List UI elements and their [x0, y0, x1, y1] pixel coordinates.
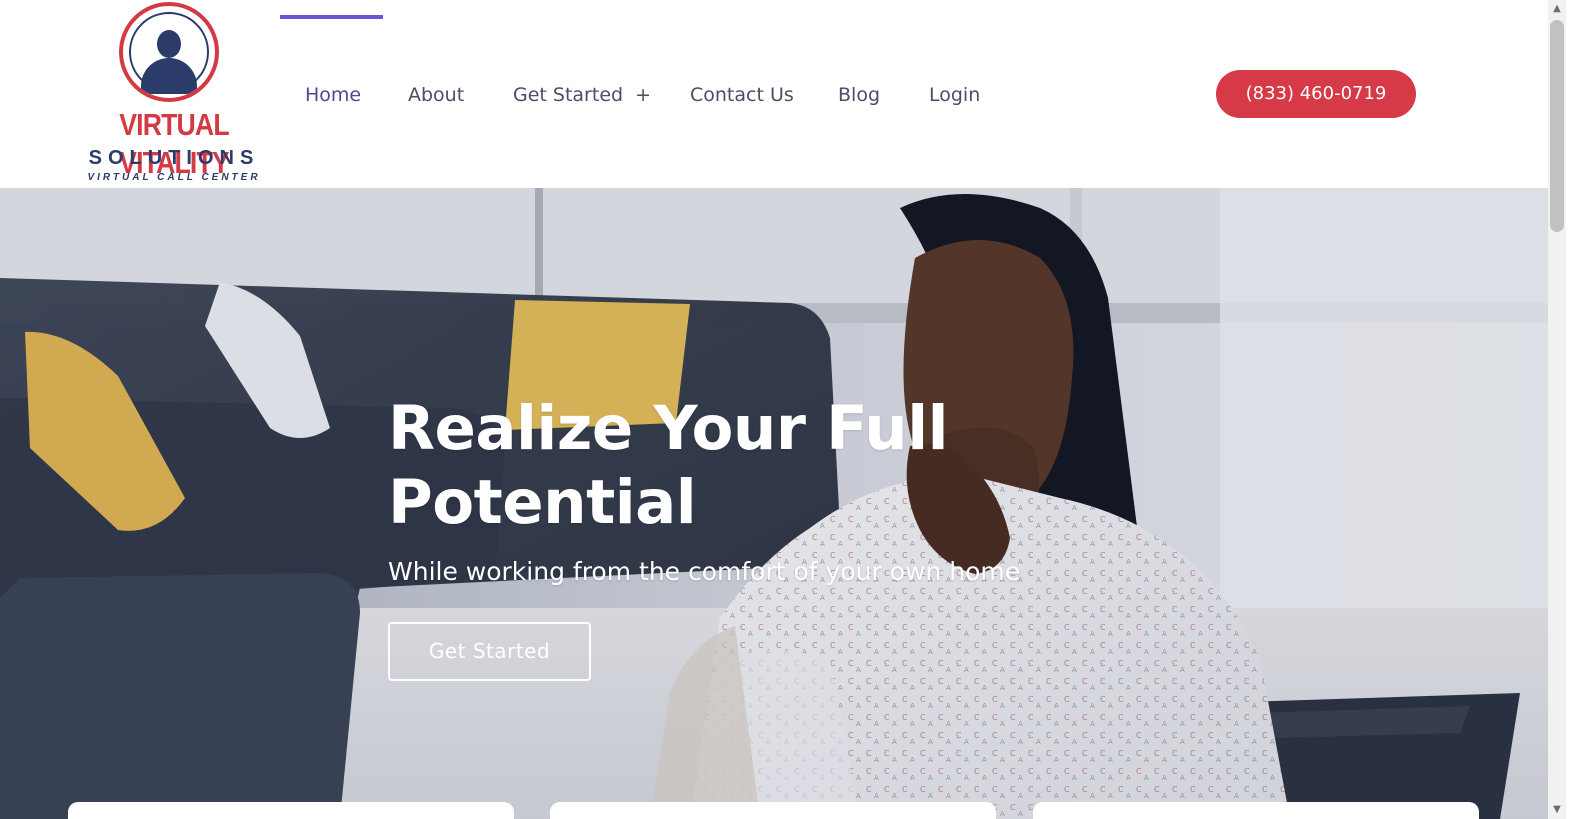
vertical-scrollbar[interactable]: ▲ ▼: [1548, 0, 1566, 819]
nav-login-link[interactable]: Login: [929, 80, 980, 110]
nav-about-link[interactable]: About: [408, 80, 464, 110]
nav-get-started-label: Get Started: [513, 84, 624, 106]
nav-blog-link[interactable]: Blog: [838, 80, 880, 110]
logo-wordmark-secondary: SOLUTIONS: [88, 147, 260, 169]
scrollbar-thumb[interactable]: [1550, 20, 1564, 232]
logo-tagline: VIRTUAL CALL CENTER: [87, 172, 261, 183]
nav-get-started-link[interactable]: Get Started +: [513, 80, 651, 110]
headset-agent-icon: [119, 2, 219, 102]
page-viewport: VIRTUAL VITALITY SOLUTIONS VIRTUAL CALL …: [0, 0, 1584, 819]
feature-card-3: [1033, 802, 1479, 819]
site-header: VIRTUAL VITALITY SOLUTIONS VIRTUAL CALL …: [0, 0, 1566, 188]
triangle-up-icon[interactable]: ▲: [1548, 0, 1566, 18]
feature-card-2: [550, 802, 996, 819]
triangle-down-icon[interactable]: ▼: [1548, 801, 1566, 819]
hero-title-line-2: Potential: [388, 467, 697, 538]
plus-icon: +: [635, 84, 651, 106]
hero-title-line-1: Realize Your Full: [388, 393, 949, 464]
hero-get-started-button[interactable]: Get Started: [388, 622, 591, 681]
hero-subtitle: While working from the comfort of your o…: [388, 557, 1021, 586]
agent-head: [157, 30, 181, 58]
site-logo-link[interactable]: VIRTUAL VITALITY SOLUTIONS VIRTUAL CALL …: [70, 0, 278, 188]
hero-section: C A: [0, 188, 1548, 819]
phone-call-button[interactable]: (833) 460-0719: [1216, 70, 1416, 118]
right-gutter: [1566, 0, 1584, 819]
nav-home-link[interactable]: Home: [305, 80, 361, 110]
feature-card-1: [68, 802, 514, 819]
hero-title: Realize Your Full Potential: [388, 392, 1088, 540]
nav-contact-us-link[interactable]: Contact Us: [690, 80, 794, 110]
active-nav-indicator: [280, 15, 383, 19]
